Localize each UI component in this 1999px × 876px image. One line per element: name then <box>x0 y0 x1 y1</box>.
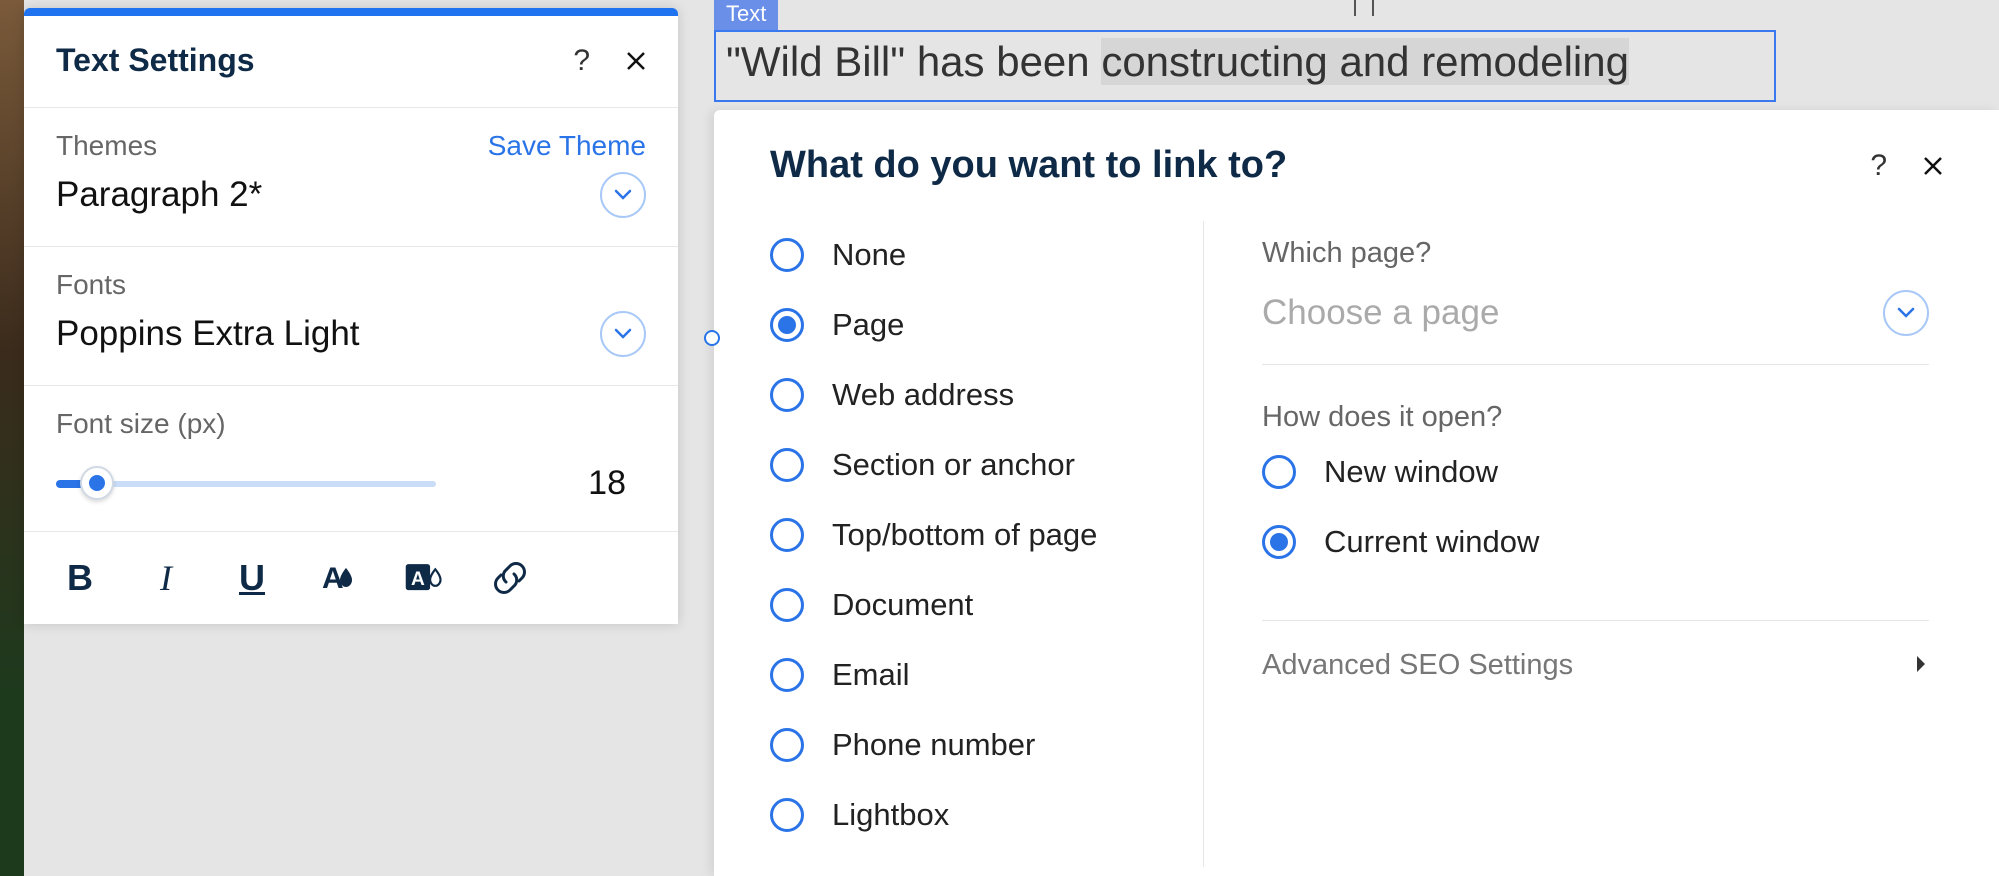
how-open-label: How does it open? <box>1262 401 1929 434</box>
radio-label: None <box>832 237 906 273</box>
chevron-down-icon[interactable] <box>600 172 646 218</box>
link-option-phone-number[interactable]: Phone number <box>770 727 1203 763</box>
fontsize-slider[interactable] <box>56 474 436 494</box>
text-selection: constructing and remodeling <box>1101 38 1629 85</box>
link-option-section-or-anchor[interactable]: Section or anchor <box>770 447 1203 483</box>
radio-label: Section or anchor <box>832 447 1075 483</box>
link-option-document[interactable]: Document <box>770 587 1203 623</box>
element-type-badge: Text <box>714 0 778 30</box>
underline-button[interactable]: U <box>230 556 274 600</box>
link-option-lightbox[interactable]: Lightbox <box>770 797 1203 833</box>
page-dropdown[interactable]: Choose a page <box>1262 290 1929 365</box>
radio-icon <box>770 238 804 272</box>
radio-icon <box>770 308 804 342</box>
save-theme-button[interactable]: Save Theme <box>488 130 646 162</box>
highlight-color-icon[interactable]: A <box>402 556 446 600</box>
text-settings-panel: Text Settings ? Themes Save Theme Paragr… <box>24 8 678 624</box>
radio-icon <box>1262 455 1296 489</box>
radio-icon <box>770 448 804 482</box>
radio-icon <box>770 728 804 762</box>
font-dropdown[interactable]: Poppins Extra Light <box>56 311 646 357</box>
bold-button[interactable]: B <box>58 556 102 600</box>
fonts-section: Fonts Poppins Extra Light <box>24 247 678 386</box>
fontsize-label: Font size (px) <box>56 408 646 440</box>
close-icon[interactable] <box>624 49 648 73</box>
link-header-icons: ? <box>1870 149 1945 183</box>
radio-label: New window <box>1324 454 1498 490</box>
font-value: Poppins Extra Light <box>56 314 360 354</box>
open-option-current-window[interactable]: Current window <box>1262 524 1929 560</box>
link-option-page[interactable]: Page <box>770 307 1203 343</box>
radio-label: Document <box>832 587 973 623</box>
chevron-down-icon[interactable] <box>600 311 646 357</box>
fonts-label: Fonts <box>56 269 126 301</box>
text-toolbar: B I U A A <box>24 532 678 624</box>
help-icon[interactable]: ? <box>573 44 590 78</box>
theme-value: Paragraph 2* <box>56 175 262 215</box>
radio-icon <box>770 378 804 412</box>
text-color-icon[interactable]: A <box>316 556 360 600</box>
help-icon[interactable]: ? <box>1870 149 1887 183</box>
radio-label: Page <box>832 307 904 343</box>
link-icon[interactable] <box>488 556 532 600</box>
radio-label: Lightbox <box>832 797 949 833</box>
text-settings-title: Text Settings <box>56 42 255 79</box>
theme-dropdown[interactable]: Paragraph 2* <box>56 172 646 218</box>
text-content[interactable]: "Wild Bill" has been constructing and re… <box>726 38 1629 85</box>
link-settings: Which page? Choose a page How does it op… <box>1204 221 1999 867</box>
which-page-label: Which page? <box>1262 237 1929 270</box>
link-panel: What do you want to link to? ? None Page W… <box>714 110 1999 876</box>
link-option-web-address[interactable]: Web address <box>770 377 1203 413</box>
advanced-seo-toggle[interactable]: Advanced SEO Settings <box>1262 649 1929 682</box>
link-option-none[interactable]: None <box>770 237 1203 273</box>
radio-label: Top/bottom of page <box>832 517 1097 553</box>
text-element-frame[interactable]: "Wild Bill" has been constructing and re… <box>714 30 1776 102</box>
ruler-marker <box>1354 0 1374 16</box>
advanced-seo-label: Advanced SEO Settings <box>1262 649 1573 682</box>
themes-label: Themes <box>56 130 157 162</box>
fontsize-value: 18 <box>588 464 626 503</box>
radio-label: Email <box>832 657 910 693</box>
svg-text:A: A <box>411 569 425 590</box>
text-settings-header: Text Settings ? <box>24 16 678 108</box>
link-panel-title: What do you want to link to? <box>770 144 1287 187</box>
themes-section: Themes Save Theme Paragraph 2* <box>24 108 678 247</box>
open-option-new-window[interactable]: New window <box>1262 454 1929 490</box>
radio-label: Web address <box>832 377 1014 413</box>
fontsize-section: Font size (px) 18 <box>24 386 678 532</box>
radio-label: Phone number <box>832 727 1035 763</box>
radio-icon <box>770 518 804 552</box>
link-panel-body: None Page Web address Section or anchor Top/… <box>714 221 1999 867</box>
header-icons: ? <box>573 44 648 78</box>
radio-icon <box>770 588 804 622</box>
caret-right-icon <box>1913 649 1929 682</box>
link-type-list: None Page Web address Section or anchor Top/… <box>714 221 1204 867</box>
radio-icon <box>1262 525 1296 559</box>
chevron-down-icon[interactable] <box>1883 290 1929 336</box>
close-icon[interactable] <box>1921 154 1945 178</box>
page-placeholder: Choose a page <box>1262 293 1499 333</box>
link-option-top-bottom-of-page[interactable]: Top/bottom of page <box>770 517 1203 553</box>
italic-button[interactable]: I <box>144 556 188 600</box>
text-prefix: "Wild Bill" has been <box>726 38 1101 85</box>
resize-handle[interactable] <box>704 330 720 346</box>
link-option-email[interactable]: Email <box>770 657 1203 693</box>
radio-icon <box>770 798 804 832</box>
background-stripe <box>0 0 24 876</box>
radio-icon <box>770 658 804 692</box>
open-options: New window Current window <box>1262 454 1929 621</box>
link-panel-header: What do you want to link to? ? <box>714 110 1999 221</box>
radio-label: Current window <box>1324 524 1539 560</box>
